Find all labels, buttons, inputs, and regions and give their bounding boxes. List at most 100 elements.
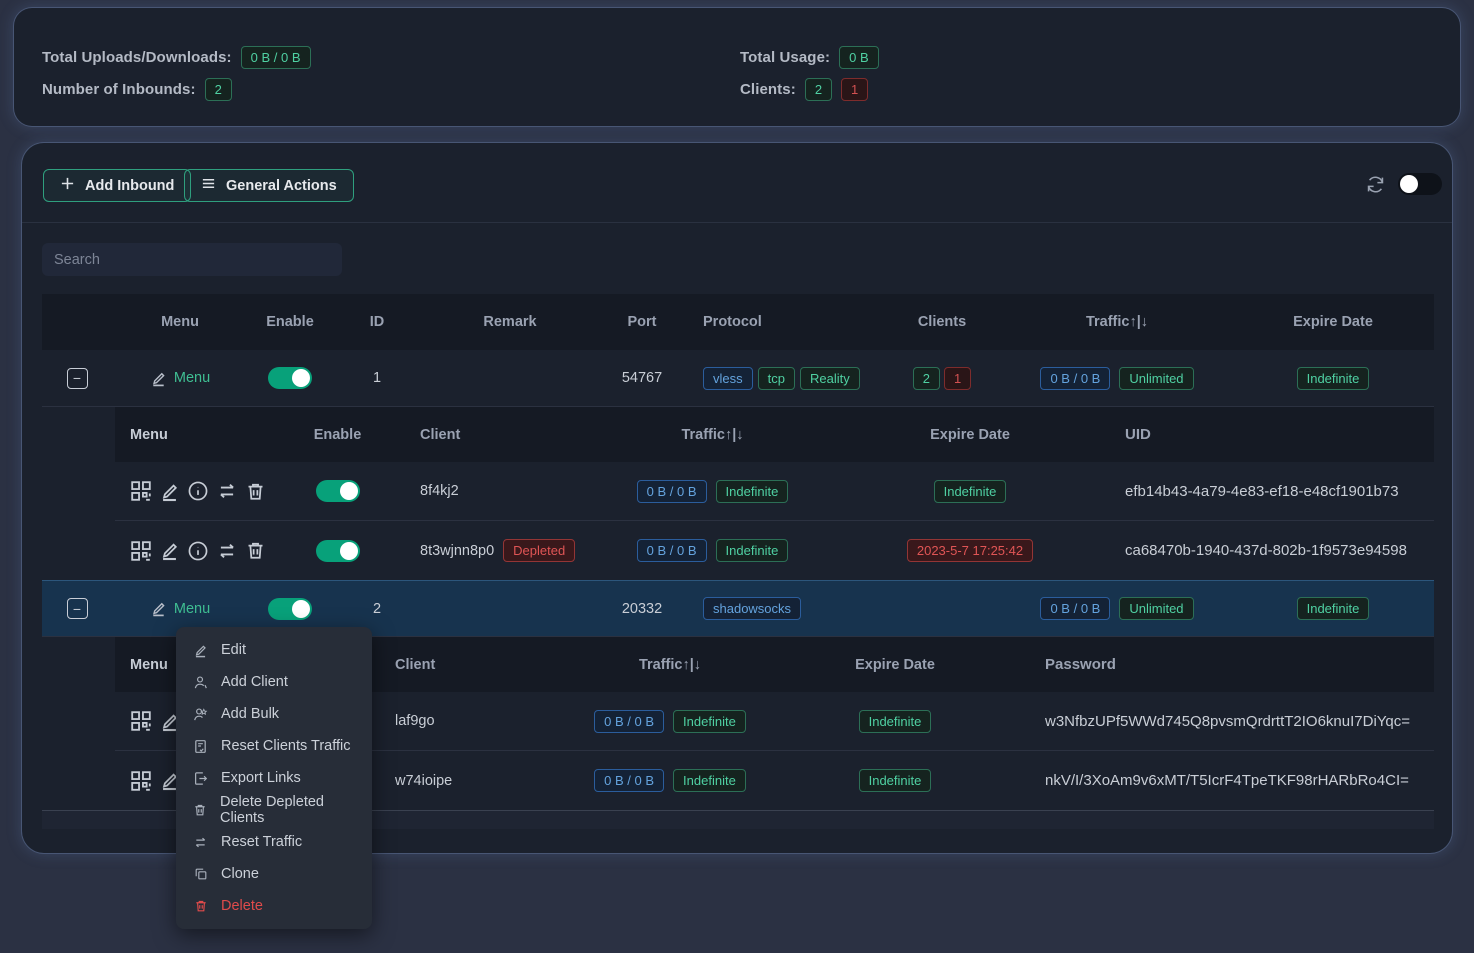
edit-pen-icon [150,370,167,387]
client-password: w3NfbzUPf5WWd745Q8pvsmQrdrttT2IO6knuI7Di… [1015,713,1434,730]
client-name: w74ioipe [375,773,565,789]
header-menu: Menu [112,314,248,330]
traffic-tag: 0 B / 0 B [1040,597,1110,620]
stats-card: Total Uploads/Downloads: 0 B / 0 B Numbe… [14,8,1460,126]
menu-item-reset-clients-traffic[interactable]: Reset Clients Traffic [176,730,372,762]
add-inbound-button[interactable]: Add Inbound [43,169,191,202]
expire-tag: Indefinite [934,480,1007,503]
sub-header-expire: Expire Date [820,427,1120,443]
info-icon[interactable] [187,540,209,562]
sub-header-client: Client [390,427,605,443]
clients-active-value: 2 [805,78,832,101]
traffic-limit-tag: Indefinite [673,769,746,792]
header-protocol: Protocol [686,314,882,330]
menu-item-reset-traffic[interactable]: Reset Traffic [176,826,372,858]
client-name: laf9go [375,713,565,729]
traffic-tag: 0 B / 0 B [594,710,664,733]
inbound-port: 54767 [598,370,686,386]
sub-header-client: Client [375,657,565,673]
menu-item-label: Clone [221,866,259,882]
menu-item-label: Add Client [221,674,288,690]
enable-toggle[interactable] [316,540,360,562]
menu-item-label: Delete Depleted Clients [220,794,355,826]
menu-item-delete[interactable]: Delete [176,890,372,922]
inbound-menu-button[interactable]: Menu [150,600,210,617]
toolbar-divider [22,222,1452,223]
collapse-row-button[interactable]: − [67,368,88,389]
reset-traffic-icon [193,835,208,850]
enable-toggle[interactable] [316,480,360,502]
reset-traffic-icon[interactable] [216,540,238,562]
menu-item-delete-depleted-clients[interactable]: Delete Depleted Clients [176,794,372,826]
sub-header-password: Password [1015,656,1434,673]
uploads-downloads-value: 0 B / 0 B [241,46,311,69]
client-row: 8t3wjnn8p0 Depleted 0 B / 0 B Indefinite… [115,521,1434,580]
clients-count-label: Clients: [740,81,796,98]
clients-subtable-1: Menu Enable Client Traffic↑|↓ Expire Dat… [115,407,1434,580]
inbound-context-menu: Edit Add Client Add Bulk Reset Clients T… [176,627,372,929]
edit-pen-icon[interactable] [159,540,180,561]
sub-header-traffic-sort[interactable]: Traffic↑|↓ [605,427,820,443]
delete-icon[interactable] [245,481,266,502]
client-row: 8f4kj2 0 B / 0 B Indefinite Indefinite e… [115,462,1434,521]
general-actions-button[interactable]: General Actions [184,169,354,202]
enable-toggle[interactable] [268,598,312,620]
menu-item-edit[interactable]: Edit [176,634,372,666]
qr-code-icon[interactable] [130,710,152,732]
search-input[interactable] [42,243,342,276]
traffic-limit-tag: Indefinite [716,539,789,562]
traffic-limit-tag: Indefinite [673,710,746,733]
menu-item-label: Edit [221,642,246,658]
menu-item-clone[interactable]: Clone [176,858,372,890]
qr-code-icon[interactable] [130,480,152,502]
delete-icon[interactable] [245,540,266,561]
inbound-port: 20332 [598,601,686,617]
enable-toggle[interactable] [268,367,312,389]
total-usage-label: Total Usage: [740,49,830,66]
add-inbound-label: Add Inbound [85,178,174,194]
edit-pen-icon [193,643,208,658]
expire-tag: 2023-5-7 17:25:42 [907,539,1033,562]
export-icon [193,771,208,786]
traffic-tag: 0 B / 0 B [594,769,664,792]
delete-icon [193,803,207,817]
refresh-icon[interactable] [1363,172,1387,196]
clients-depleted-value: 1 [841,78,868,101]
collapse-row-button[interactable]: − [67,598,88,619]
subtable-header-row: Menu Enable Client Traffic↑|↓ Expire Dat… [115,407,1434,462]
header-clients: Clients [882,314,1002,330]
sub-header-menu: Menu [115,427,285,443]
menu-item-add-bulk[interactable]: Add Bulk [176,698,372,730]
clone-icon [193,867,208,881]
depleted-badge: Depleted [503,539,575,562]
menu-item-add-client[interactable]: Add Client [176,666,372,698]
sub-header-expire: Expire Date [775,657,1015,673]
menu-item-export-links[interactable]: Export Links [176,762,372,794]
theme-toggle[interactable] [1398,173,1442,195]
inbounds-count-value: 2 [205,78,232,101]
header-traffic-sort[interactable]: Traffic↑|↓ [1002,314,1232,330]
menu-lines-icon [201,176,216,195]
client-name: 8t3wjnn8p0 [420,543,494,559]
menu-item-label: Add Bulk [221,706,279,722]
menu-item-label: Reset Clients Traffic [221,738,350,754]
reset-traffic-icon[interactable] [216,480,238,502]
protocol-tag: shadowsocks [703,597,801,620]
sub-header-traffic-sort[interactable]: Traffic↑|↓ [565,657,775,673]
edit-pen-icon[interactable] [159,481,180,502]
info-icon[interactable] [187,480,209,502]
traffic-limit-tag: Unlimited [1119,597,1193,620]
expire-tag: Indefinite [859,710,932,733]
header-port: Port [598,314,686,330]
traffic-tag: 0 B / 0 B [1040,367,1110,390]
plus-icon [60,176,75,195]
header-remark: Remark [422,314,598,330]
expire-tag: Indefinite [859,769,932,792]
qr-code-icon[interactable] [130,770,152,792]
qr-code-icon[interactable] [130,540,152,562]
client-name: 8f4kj2 [420,483,459,499]
protocol-tag: vless [703,367,753,390]
delete-icon [193,899,208,913]
clients-depleted-tag: 1 [944,367,971,390]
inbound-menu-button[interactable]: Menu [150,370,210,387]
